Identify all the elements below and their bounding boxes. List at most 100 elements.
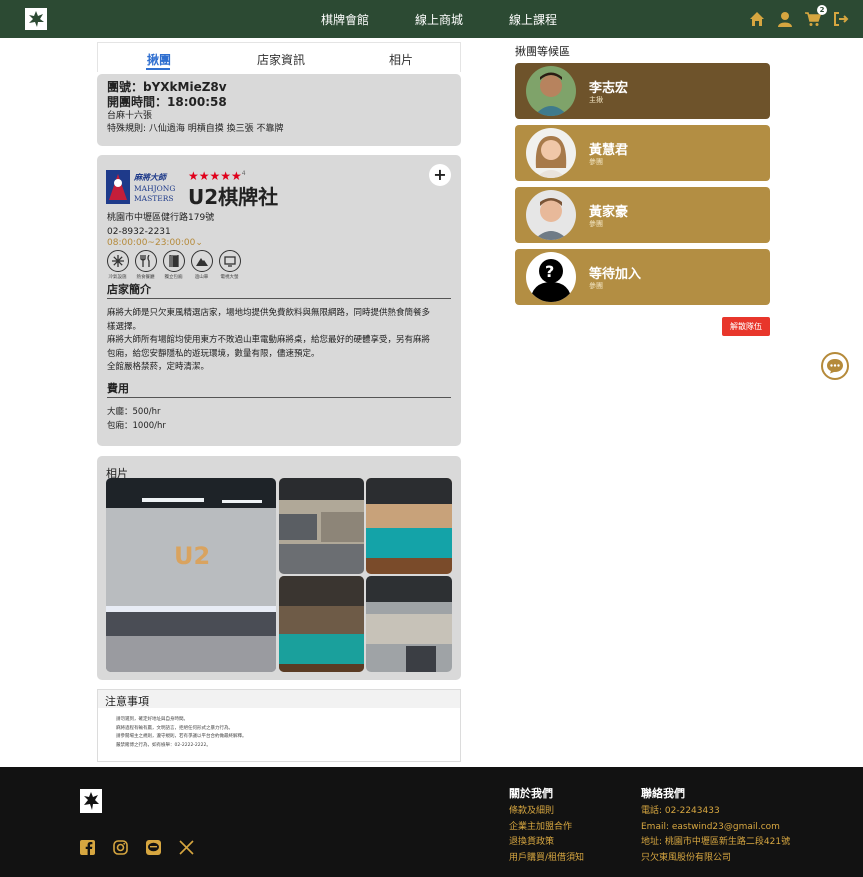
notice-line: 麻將過程有輸有贏，文明語言，拒絕任何形式之暴力行為。 bbox=[116, 725, 233, 731]
rating-value: 4 bbox=[241, 170, 246, 177]
add-favorite-button[interactable]: + bbox=[429, 164, 451, 186]
intro-line: 麻將大師是只欠東風精選店家，場地均提供免費飲料與無限網路，同時提供熱食簡餐多 bbox=[107, 308, 431, 318]
site-logo[interactable] bbox=[25, 8, 47, 30]
mountain-icon bbox=[195, 258, 208, 266]
player-role: 參團 bbox=[589, 158, 603, 166]
player-role: 參團 bbox=[589, 282, 603, 290]
contact-email[interactable]: Email: eastwind23@gmail.com bbox=[641, 820, 790, 836]
room-id: 團號：bYXkMieZ8v bbox=[107, 80, 227, 94]
brand-logo-sub1: MAHJONG bbox=[134, 184, 175, 193]
top-navbar: 棋牌會館 線上商城 線上課程 2 bbox=[0, 0, 863, 38]
player-card-host[interactable]: 李志宏 主揪 bbox=[515, 63, 770, 119]
link-purchase-notes[interactable]: 用戶購買/租借須知 bbox=[509, 851, 584, 867]
intro-line: 樣選擇。 bbox=[107, 321, 142, 332]
nav-link-parlors[interactable]: 棋牌會館 bbox=[321, 11, 369, 28]
player-role: 主揪 bbox=[589, 96, 603, 104]
chat-button[interactable] bbox=[821, 352, 849, 380]
player-name: 黃家豪 bbox=[589, 205, 629, 220]
notice-line: 請勿遲到，確定好地址與自身時間。 bbox=[116, 717, 188, 722]
tab-photos[interactable]: 相片 bbox=[389, 51, 413, 68]
about-heading: 關於我們 bbox=[509, 787, 553, 800]
contact-heading: 聯絡我們 bbox=[641, 787, 685, 800]
notice-card: 注意事項 請勿遲到，確定好地址與自身時間。 麻將過程有輸有贏，文明語言，拒絕任何… bbox=[97, 689, 461, 762]
store-card: 麻將大師 MAHJONG MASTERS ★★★★★4 U2棋牌社 + 桃園市中… bbox=[97, 155, 461, 446]
photo-tables-1[interactable] bbox=[366, 478, 452, 574]
store-phone: 02-8932-2231 bbox=[107, 227, 171, 237]
player-card-empty-slot[interactable]: ? 等待加入 參團 bbox=[515, 249, 770, 305]
intro-line: 全館嚴格禁菸，定時清潔。 bbox=[107, 362, 210, 372]
amenity-list: 冷氣設施 熱食餐廳 獨立包廂 過山車 電視大螢 bbox=[106, 250, 241, 280]
instagram-icon[interactable] bbox=[113, 840, 128, 855]
amenity-tv: 電視大螢 bbox=[218, 250, 241, 280]
photo-hall-2[interactable] bbox=[366, 576, 452, 672]
player-name: 等待加入 bbox=[589, 267, 642, 282]
nav-link-shop[interactable]: 線上商城 bbox=[415, 11, 463, 28]
room-game-type: 台麻十六張 bbox=[107, 111, 153, 121]
cart-button[interactable]: 2 bbox=[805, 5, 827, 27]
photo-hall-1[interactable] bbox=[279, 478, 364, 574]
snowflake-icon bbox=[111, 255, 124, 267]
room-open-time: 開團時間：18:00:58 bbox=[107, 95, 227, 109]
photo-tables-2[interactable] bbox=[279, 576, 364, 672]
room-info-card: 團號：bYXkMieZ8v 開團時間：18:00:58 台麻十六張 特殊規則: … bbox=[97, 74, 461, 146]
amenity-ac: 冷氣設施 bbox=[106, 250, 129, 280]
nav-link-courses[interactable]: 線上課程 bbox=[509, 11, 557, 28]
user-icon[interactable] bbox=[777, 11, 793, 27]
store-brand-logo: 麻將大師 MAHJONG MASTERS bbox=[106, 170, 175, 204]
intro-line: 包廂，給您安靜隱私的遊玩環境，數量有限，儘速預定。 bbox=[107, 348, 320, 359]
tab-group[interactable]: 揪團 bbox=[147, 51, 171, 68]
footer-logo[interactable] bbox=[80, 789, 102, 813]
footer: 關於我們 條款及細則 企業主加盟合作 退換貨政策 用戶購買/租借須知 聯絡我們 … bbox=[0, 767, 863, 877]
store-hours-dropdown[interactable]: 08:00:00~23:00:00⌄ bbox=[107, 238, 203, 248]
footer-about: 關於我們 條款及細則 企業主加盟合作 退換貨政策 用戶購買/租借須知 bbox=[509, 785, 584, 866]
player-card-member[interactable]: 黃家豪 參團 bbox=[515, 187, 770, 243]
unknown-user-icon: ? bbox=[526, 252, 576, 302]
link-return-policy[interactable]: 退換貨政策 bbox=[509, 835, 584, 851]
notice-line: 嚴禁賭博之行為，如有檢舉：02-2222-2222。 bbox=[116, 742, 211, 748]
fee-item: 大廳：500/hr bbox=[107, 407, 161, 417]
intro-line: 麻將大師所有場館均使用東方不敗過山車電動麻將桌，給您最好的硬體享受，另有麻將 bbox=[107, 335, 431, 345]
amenity-label: 熱食餐廳 bbox=[136, 275, 155, 280]
brand-logo-text: 麻將大師 bbox=[133, 173, 168, 182]
line-icon[interactable] bbox=[146, 840, 161, 855]
fee-item: 包廂：1000/hr bbox=[107, 420, 166, 431]
intro-heading: 店家簡介 bbox=[107, 281, 451, 299]
store-name: U2棋牌社 bbox=[188, 185, 279, 209]
logout-icon[interactable] bbox=[833, 11, 849, 27]
notice-heading: 注意事項 bbox=[98, 690, 460, 708]
amenity-label: 獨立包廂 bbox=[164, 275, 183, 280]
fee-heading: 費用 bbox=[107, 380, 451, 398]
player-card-member[interactable]: 黃慧君 參團 bbox=[515, 125, 770, 181]
chat-bubble-icon bbox=[827, 359, 843, 374]
cart-count-badge: 2 bbox=[817, 5, 827, 15]
x-icon[interactable] bbox=[179, 840, 194, 855]
link-partnership[interactable]: 企業主加盟合作 bbox=[509, 820, 584, 836]
svg-text:?: ? bbox=[545, 262, 554, 281]
avatar bbox=[526, 66, 576, 116]
facebook-icon[interactable] bbox=[80, 840, 95, 855]
avatar bbox=[526, 190, 576, 240]
amenity-mahjong-table: 過山車 bbox=[190, 250, 213, 280]
door-icon bbox=[168, 255, 179, 267]
footer-contact: 聯絡我們 電話: 02-2243433 Email: eastwind23@gm… bbox=[641, 785, 790, 866]
tab-store-info[interactable]: 店家資訊 bbox=[257, 51, 305, 68]
contact-phone: 電話: 02-2243433 bbox=[641, 806, 720, 816]
amenity-label: 冷氣設施 bbox=[108, 275, 127, 280]
photo-storefront[interactable]: U2 bbox=[106, 478, 276, 672]
home-icon[interactable] bbox=[749, 11, 765, 27]
company-name: 只欠東風股份有限公司 bbox=[641, 852, 732, 863]
tv-icon bbox=[223, 256, 236, 267]
store-intro: 麻將大師是只欠東風精選店家，場地均提供免費飲料與無限網路，同時提供熱食簡餐多 樣… bbox=[107, 307, 453, 375]
player-name: 李志宏 bbox=[589, 81, 629, 96]
dissolve-team-button[interactable]: 解散隊伍 bbox=[722, 317, 770, 336]
link-terms[interactable]: 條款及細則 bbox=[509, 804, 584, 820]
notice-body: 請勿遲到，確定好地址與自身時間。 麻將過程有輸有贏，文明語言，拒絕任何形式之暴力… bbox=[116, 716, 247, 750]
photos-card: 相片 U2 bbox=[97, 456, 461, 680]
svg-text:U2: U2 bbox=[174, 542, 210, 570]
avatar bbox=[526, 128, 576, 178]
notice-line: 請參閱場主之規則，遵守規則，若有爭議以平台合約做最終解釋。 bbox=[116, 734, 247, 739]
amenity-label: 電視大螢 bbox=[220, 275, 239, 280]
contact-address: 地址: 桃園市中壢區新生路二段421號 bbox=[641, 837, 791, 847]
amenity-private-room: 獨立包廂 bbox=[162, 250, 185, 280]
amenity-label: 過山車 bbox=[194, 275, 209, 280]
